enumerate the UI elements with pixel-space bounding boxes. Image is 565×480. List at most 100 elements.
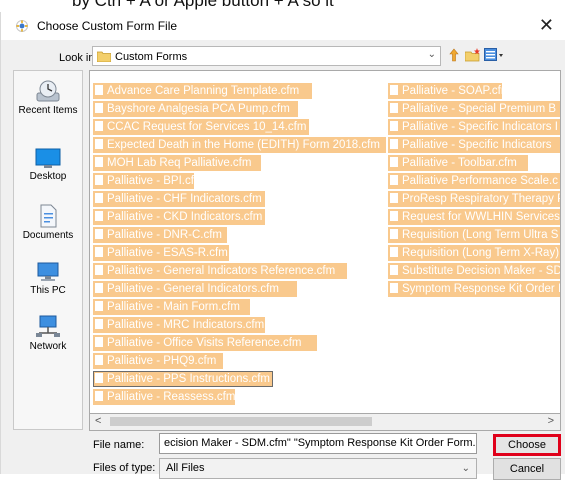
file-item[interactable]: Palliative - CHF Indicators.cfm	[93, 191, 265, 207]
file-item[interactable]: Palliative - BPI.cfm	[93, 173, 194, 189]
recent-items-icon	[36, 80, 60, 102]
file-icon	[95, 121, 103, 131]
files-of-type-value: All Files	[166, 462, 205, 474]
dialog-title: Choose Custom Form File	[37, 19, 178, 33]
file-item[interactable]: Expected Death in the Home (EDITH) Form …	[93, 137, 386, 153]
place-this-pc[interactable]: This PC	[14, 261, 82, 296]
this-pc-icon	[37, 262, 59, 281]
up-folder-icon[interactable]	[447, 48, 461, 62]
new-folder-icon[interactable]	[465, 48, 481, 62]
file-icon	[95, 175, 103, 185]
file-item[interactable]: CCAC Request for Services 10_14.cfm	[93, 119, 309, 135]
file-icon	[95, 319, 103, 329]
file-item[interactable]: Advance Care Planning Template.cfm	[93, 83, 312, 99]
cancel-button[interactable]: Cancel	[493, 458, 561, 480]
files-of-type-label: Files of type:	[93, 462, 156, 474]
view-menu-icon[interactable]	[484, 48, 504, 62]
file-item[interactable]: Palliative - PHQ9.cfm	[93, 353, 223, 369]
file-name-input[interactable]: ecision Maker - SDM.cfm" "Symptom Respon…	[159, 433, 477, 454]
file-icon	[390, 211, 398, 221]
folder-icon	[97, 51, 111, 62]
file-icon	[390, 229, 398, 239]
java-app-icon	[16, 20, 28, 32]
place-documents[interactable]: Documents	[14, 204, 82, 241]
file-icon	[95, 247, 103, 257]
file-item[interactable]: MOH Lab Req Palliative.cfm	[93, 155, 261, 171]
file-icon	[95, 391, 103, 401]
file-icon	[390, 265, 398, 275]
scroll-right-icon[interactable]: >	[548, 415, 554, 427]
look-in-dropdown[interactable]: Custom Forms ⌄	[92, 46, 441, 66]
file-item[interactable]: Requisition (Long Term Ultra S	[388, 227, 560, 243]
place-label: This PC	[30, 285, 66, 296]
file-item[interactable]: Palliative - Office Visits Reference.cfm	[93, 335, 317, 351]
file-item[interactable]: ProResp Respiratory Therapy P	[388, 191, 560, 207]
file-icon	[95, 85, 103, 95]
file-item[interactable]: Requisition (Long Term X-Ray)	[388, 245, 560, 261]
place-label: Desktop	[29, 171, 67, 182]
file-icon	[95, 157, 103, 167]
file-item[interactable]: Substitute Decision Maker - SD	[388, 263, 560, 279]
file-item[interactable]: Palliative - Main Form.cfm	[93, 299, 250, 315]
file-icon	[390, 103, 398, 113]
file-item[interactable]: Bayshore Analgesia PCA Pump.cfm	[93, 101, 298, 117]
file-item[interactable]: Palliative - Toolbar.cfm	[388, 155, 528, 171]
horizontal-scrollbar[interactable]: < >	[89, 414, 561, 431]
documents-icon	[40, 204, 57, 228]
file-column-right: Palliative - SOAP.cfm Palliative - Speci…	[388, 83, 560, 299]
file-icon	[95, 373, 103, 383]
file-icon	[95, 355, 103, 365]
file-icon	[95, 337, 103, 347]
file-icon	[95, 193, 103, 203]
file-item[interactable]: Palliative - General Indicators.cfm	[93, 281, 297, 297]
file-icon	[390, 121, 398, 131]
places-sidebar: Recent Items Desktop Documents This PC N…	[13, 70, 83, 430]
file-item[interactable]: Palliative - Specific Indicators I	[388, 119, 560, 135]
file-item[interactable]: Request for WWLHIN Services.	[388, 209, 560, 225]
file-icon	[390, 247, 398, 257]
background-caption: by Ctrl + A or Apple button + A so it	[0, 0, 565, 12]
choose-file-dialog: Choose Custom Form File ✕ Look in: Custo…	[0, 12, 565, 480]
title-bar: Choose Custom Form File ✕	[1, 12, 565, 40]
file-item[interactable]: Palliative - General Indicators Referenc…	[93, 263, 347, 279]
file-item[interactable]: Palliative - MRC Indicators.cfm	[93, 317, 265, 333]
file-icon	[390, 193, 398, 203]
scrollbar-thumb[interactable]	[110, 417, 372, 426]
file-icon	[390, 85, 398, 95]
file-item[interactable]: Palliative Performance Scale.c	[388, 173, 560, 189]
file-item[interactable]: Palliative - SOAP.cfm	[388, 83, 502, 99]
close-icon[interactable]: ✕	[539, 15, 554, 36]
file-item[interactable]: Palliative - Special Premium B	[388, 101, 560, 117]
chevron-down-icon: ⌄	[461, 463, 470, 474]
file-icon	[390, 283, 398, 293]
file-icon	[95, 265, 103, 275]
file-item[interactable]: Symptom Response Kit Order I	[388, 281, 560, 297]
desktop-icon	[35, 148, 61, 168]
scroll-left-icon[interactable]: <	[95, 415, 101, 427]
file-icon	[95, 283, 103, 293]
files-of-type-dropdown[interactable]: All Files ⌄	[159, 458, 477, 479]
file-item-focused[interactable]: Palliative - PPS Instructions.cfm	[93, 371, 273, 387]
file-icon	[95, 211, 103, 221]
choose-button[interactable]: Choose	[493, 434, 561, 456]
place-desktop[interactable]: Desktop	[14, 147, 82, 182]
file-icon	[390, 157, 398, 167]
file-item[interactable]: Palliative - ESAS-R.cfm	[93, 245, 229, 261]
file-icon	[390, 139, 398, 149]
file-column-left: Advance Care Planning Template.cfm Baysh…	[93, 83, 386, 407]
file-item[interactable]: Palliative - Reassess.cfm	[93, 389, 235, 405]
file-item[interactable]: Palliative - DNR-C.cfm	[93, 227, 227, 243]
file-icon	[390, 175, 398, 185]
file-list[interactable]: Advance Care Planning Template.cfm Baysh…	[89, 70, 561, 414]
file-icon	[95, 139, 103, 149]
file-icon	[95, 301, 103, 311]
file-item[interactable]: Palliative - CKD Indicators.cfm	[93, 209, 265, 225]
place-network[interactable]: Network	[14, 315, 82, 352]
place-recent-items[interactable]: Recent Items	[14, 79, 82, 116]
chevron-down-icon: ⌄	[427, 49, 436, 60]
file-name-label: File name:	[93, 439, 145, 451]
file-icon	[95, 103, 103, 113]
file-item[interactable]: Palliative - Specific Indicators	[388, 137, 560, 153]
file-icon	[95, 229, 103, 239]
caption-text: by Ctrl + A or Apple button + A so it	[72, 0, 334, 10]
